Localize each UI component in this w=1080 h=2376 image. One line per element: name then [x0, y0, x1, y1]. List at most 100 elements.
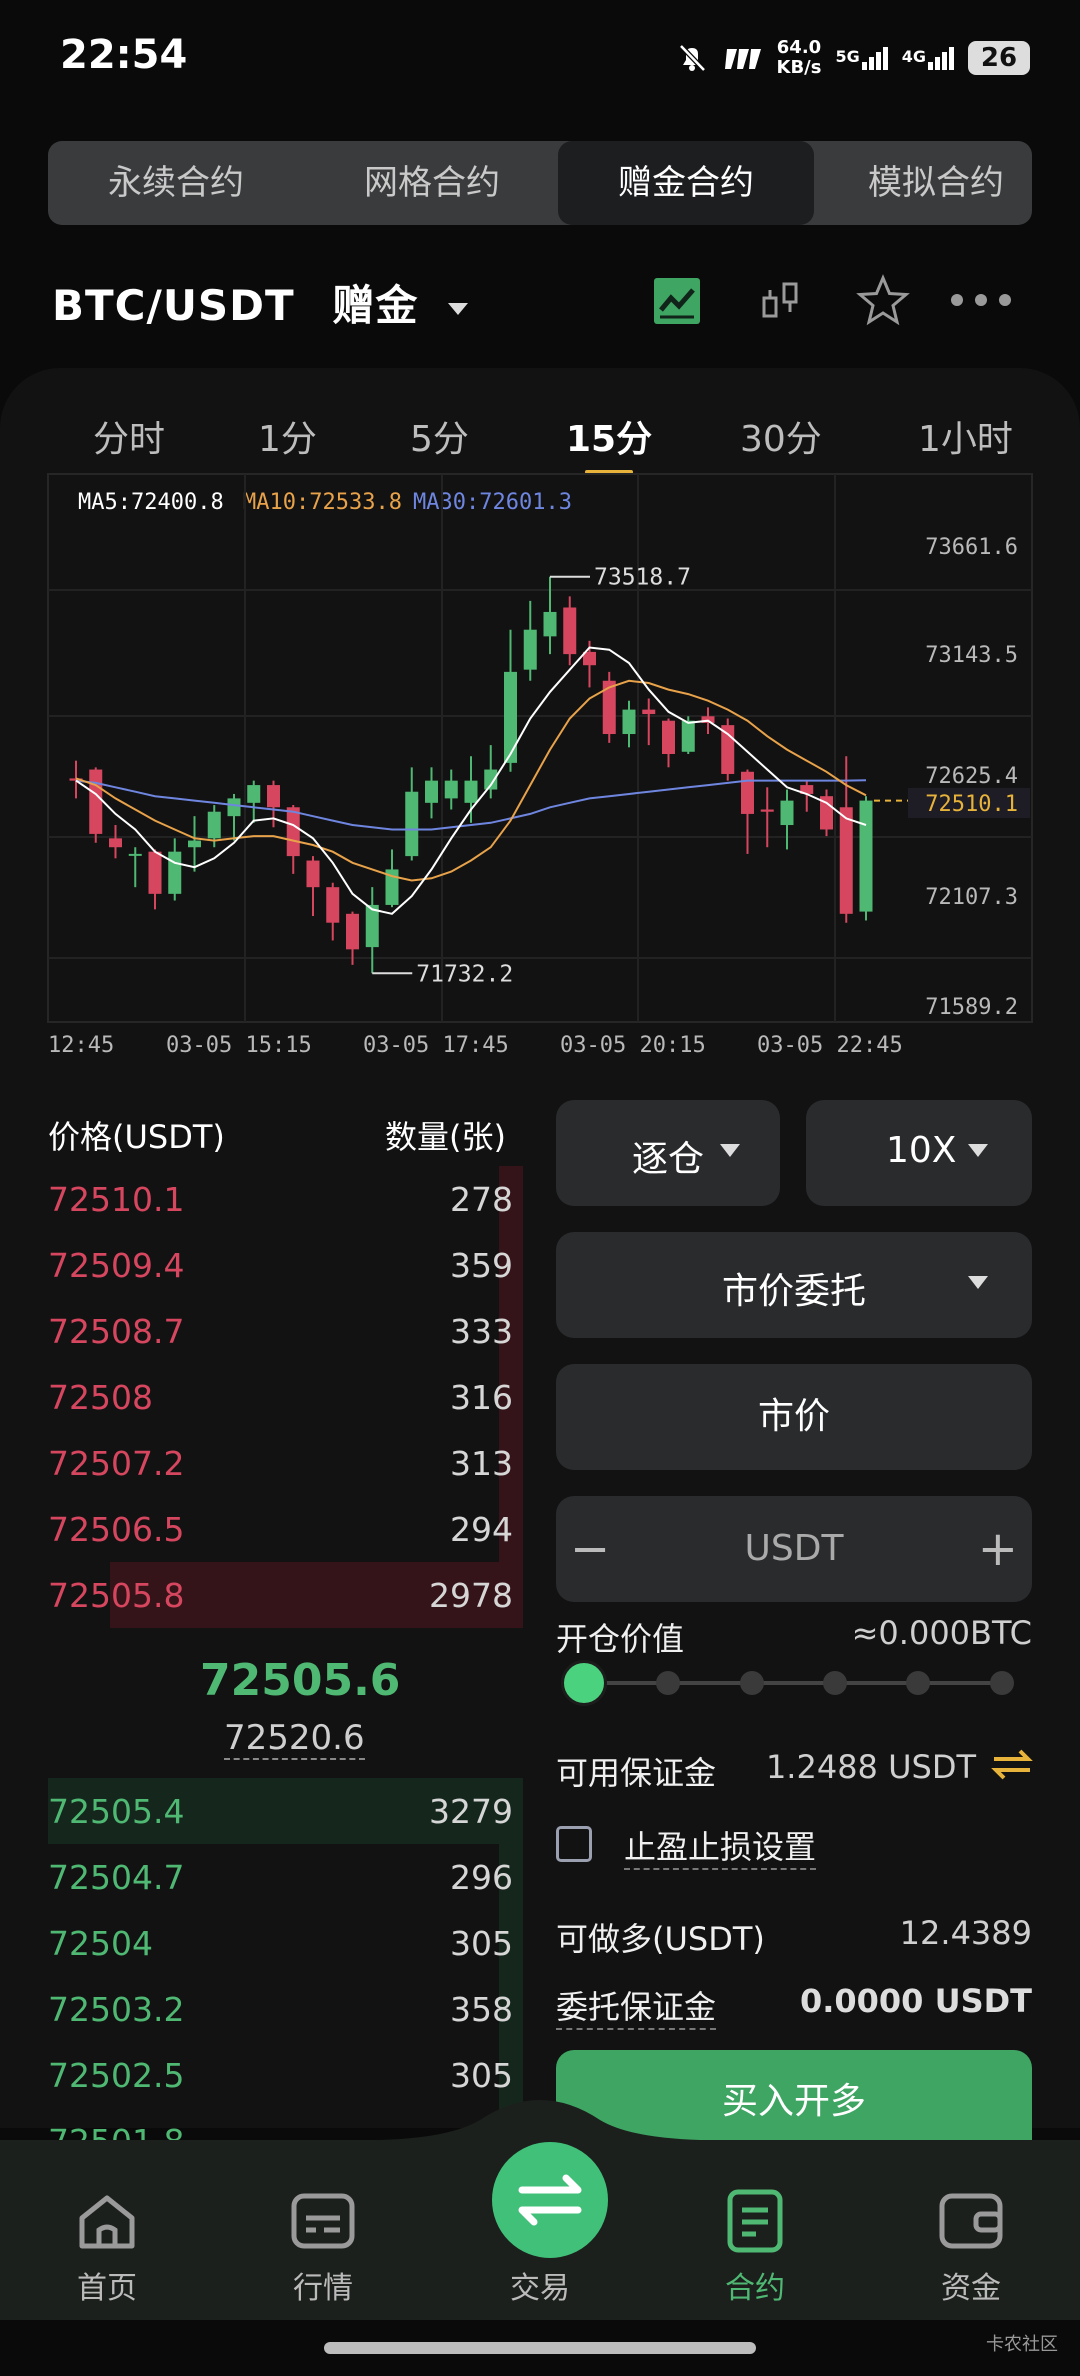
candle-body — [859, 800, 873, 912]
candle-body — [207, 811, 221, 839]
slider-step[interactable] — [656, 1671, 680, 1695]
chart-frame — [47, 473, 1033, 1023]
ask-row[interactable]: 72508.7 333 — [48, 1298, 523, 1364]
wallet-icon[interactable] — [936, 2186, 1006, 2256]
clock: 22:54 — [60, 32, 188, 78]
plus-icon[interactable]: + — [978, 1496, 1018, 1602]
price-axis-label: 71589.2 — [925, 995, 1018, 1020]
candlestick-chart[interactable]: 73518.7 71732.2 — [0, 470, 1080, 1030]
ask-row[interactable]: 72507.2 313 — [48, 1430, 523, 1496]
nav-trade[interactable]: 交易 — [480, 2263, 600, 2307]
network-speed: 64.0 KB/s — [777, 38, 822, 78]
swap-icon — [518, 2174, 582, 2226]
tf-30m[interactable]: 30分 — [740, 410, 822, 462]
slider-step[interactable] — [990, 1671, 1014, 1695]
order-qty: 296 — [450, 1858, 513, 1897]
margin-mode-select[interactable]: 逐仓 — [556, 1100, 780, 1206]
tf-1m[interactable]: 1分 — [258, 410, 317, 462]
order-qty: 3279 — [429, 1792, 513, 1831]
order-qty: 359 — [450, 1246, 513, 1285]
candle-body — [602, 680, 616, 735]
time-axis-label: 03-05 22:45 — [757, 1033, 903, 1058]
ask-row[interactable]: 72505.8 2978 — [48, 1562, 523, 1628]
tab-bonus[interactable]: 赠金合约 — [558, 141, 814, 225]
contract-tabs: 永续合约 网格合约 赠金合约 模拟合约 — [48, 141, 1032, 225]
order-price: 72504 — [48, 1924, 153, 1963]
slider-step[interactable] — [906, 1671, 930, 1695]
open-value: ≈0.000BTC — [851, 1614, 1032, 1652]
tab-grid[interactable]: 网格合约 — [304, 141, 560, 225]
slider-thumb[interactable] — [561, 1660, 607, 1706]
ask-row[interactable]: 72510.1 278 — [48, 1166, 523, 1232]
candle-body — [286, 807, 300, 857]
tpsl-checkbox[interactable] — [556, 1826, 592, 1862]
nav-market[interactable]: 行情 — [263, 2263, 383, 2307]
mark-price[interactable]: 72520.6 — [224, 1718, 365, 1760]
order-qty: 305 — [450, 1924, 513, 1963]
star-icon[interactable] — [856, 274, 910, 328]
home-indicator[interactable] — [324, 2342, 756, 2354]
slider-step[interactable] — [740, 1671, 764, 1695]
order-price: 72505.8 — [48, 1576, 185, 1615]
amount-input[interactable]: − USDT + — [556, 1496, 1032, 1602]
candle-body — [267, 785, 280, 808]
contract-icon[interactable] — [720, 2186, 790, 2256]
orderbook-qty-header: 数量(张) — [385, 1118, 506, 1156]
order-type-value: 市价委托 — [722, 1271, 867, 1312]
candle-body — [405, 791, 419, 857]
candlestick-icon[interactable] — [758, 276, 804, 326]
slider-step[interactable] — [823, 1671, 847, 1695]
price-field[interactable]: 市价 — [556, 1364, 1032, 1470]
home-icon[interactable] — [72, 2186, 142, 2256]
order-type-select[interactable]: 市价委托 — [556, 1232, 1032, 1338]
app-badge-icon — [724, 49, 761, 69]
signal-4g: 4G — [902, 46, 954, 70]
ask-row[interactable]: 72508 316 — [48, 1364, 523, 1430]
speed-unit: KB/s — [776, 57, 822, 78]
more-icon[interactable] — [948, 290, 1014, 310]
price-axis-label: 72625.4 — [925, 764, 1018, 789]
line-chart-icon[interactable] — [652, 276, 702, 326]
nav-assets[interactable]: 资金 — [911, 2263, 1031, 2307]
candle-body — [464, 780, 478, 803]
candle-body — [622, 709, 636, 735]
tab-demo[interactable]: 模拟合约 — [808, 141, 1032, 225]
time-axis-label: 03-05 20:15 — [560, 1033, 706, 1058]
bid-row[interactable]: 72503.2 358 — [48, 1976, 523, 2042]
pair-selector[interactable]: BTC/USDT 赠金 — [52, 272, 468, 333]
tf-tick[interactable]: 分时 — [93, 410, 165, 462]
order-qty: 2978 — [429, 1576, 513, 1615]
candle-body — [168, 851, 182, 894]
amount-slider-track[interactable] — [584, 1681, 1004, 1685]
pair-mode: 赠金 — [332, 281, 419, 330]
minus-icon[interactable]: − — [570, 1496, 610, 1602]
candle-body — [247, 785, 261, 803]
net1-label: 5G — [835, 46, 860, 66]
ask-row[interactable]: 72506.5 294 — [48, 1496, 523, 1562]
tf-5m[interactable]: 5分 — [410, 410, 469, 462]
order-qty: 278 — [450, 1180, 513, 1219]
nav-contract[interactable]: 合约 — [695, 2263, 815, 2307]
bid-row[interactable]: 72504.7 296 — [48, 1844, 523, 1910]
trade-fab[interactable] — [482, 2132, 618, 2268]
current-price-tag: 72510.1 — [925, 792, 1018, 817]
tpsl-label[interactable]: 止盈止损设置 — [624, 1822, 817, 1870]
ask-row[interactable]: 72509.4 359 — [48, 1232, 523, 1298]
tab-perpetual[interactable]: 永续合约 — [48, 141, 304, 225]
nav-home[interactable]: 首页 — [47, 2263, 167, 2307]
open-value-label: 开仓价值 — [556, 1620, 685, 1658]
market-icon[interactable] — [288, 2186, 358, 2256]
orderbook-price-header: 价格(USDT) — [48, 1118, 225, 1156]
bid-row[interactable]: 72505.4 3279 — [48, 1778, 523, 1844]
leverage-select[interactable]: 10X — [806, 1100, 1032, 1206]
candle-body — [109, 838, 122, 848]
transfer-icon[interactable] — [990, 1744, 1034, 1784]
time-axis-label: 12:45 — [48, 1033, 115, 1058]
candle-body — [326, 887, 340, 923]
bid-row[interactable]: 72504 305 — [48, 1910, 523, 1976]
order-price: 72508 — [48, 1378, 153, 1417]
tf-1h[interactable]: 1小时 — [918, 410, 1013, 462]
tf-15m[interactable]: 15分 — [566, 410, 652, 462]
order-price: 72509.4 — [48, 1246, 185, 1285]
order-margin-label[interactable]: 委托保证金 — [556, 1982, 717, 2030]
